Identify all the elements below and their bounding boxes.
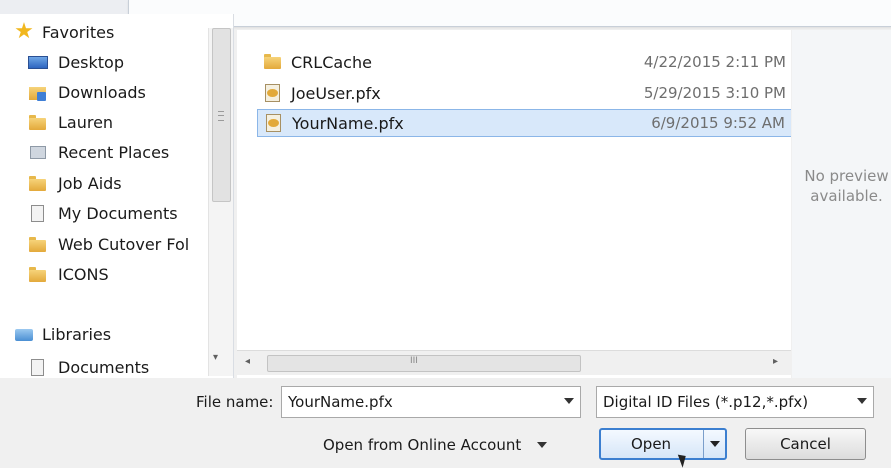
chevron-down-icon — [710, 441, 720, 447]
chevron-down-icon[interactable] — [564, 398, 574, 404]
nav-item-label: Documents — [58, 357, 150, 377]
file-row-yourname[interactable]: YourName.pfx 6/9/2015 9:52 AM — [257, 109, 791, 137]
preview-message: No preview available. — [804, 167, 889, 205]
nav-item-label: Desktop — [58, 52, 124, 72]
nav-item-web-cutover[interactable]: Web Cutover Fol — [28, 230, 189, 258]
nav-item-my-documents[interactable]: My Documents — [28, 199, 178, 227]
nav-item-label: ICONS — [58, 264, 109, 284]
nav-item-desktop[interactable]: Desktop — [28, 48, 124, 76]
navigation-pane: ★ Favorites Desktop Downloads Lauren Rec… — [0, 14, 234, 378]
cancel-button-label: Cancel — [780, 435, 831, 453]
nav-item-label: Recent Places — [58, 142, 170, 162]
file-date: 6/9/2015 9:52 AM — [651, 114, 785, 132]
nav-item-recent-places[interactable]: Recent Places — [28, 138, 169, 166]
horizontal-scroll-thumb[interactable]: III — [267, 355, 581, 372]
nav-item-label: Web Cutover Fol — [58, 234, 190, 254]
nav-favorites-label: Favorites — [42, 22, 115, 42]
file-name-input[interactable]: YourName.pfx — [281, 386, 581, 418]
online-account-label: Open from Online Account — [323, 436, 522, 454]
libraries-icon — [14, 325, 34, 343]
nav-favorites[interactable]: ★ Favorites — [14, 18, 114, 46]
folder-icon — [263, 52, 283, 72]
file-row-joeuser[interactable]: JoeUser.pfx 5/29/2015 3:10 PM — [257, 79, 791, 107]
address-area — [128, 0, 891, 27]
file-row-crlcache[interactable]: CRLCache 4/22/2015 2:11 PM — [257, 48, 791, 76]
nav-item-label: Job Aids — [58, 173, 122, 193]
chevron-down-icon — [537, 442, 548, 448]
scroll-up-arrow-icon[interactable]: ▾ — [213, 352, 218, 363]
nav-item-icons[interactable]: ICONS — [28, 260, 109, 288]
nav-libraries-label: Libraries — [42, 324, 112, 344]
chevron-down-icon[interactable] — [857, 398, 867, 404]
scroll-left-arrow-icon[interactable]: ◂ — [245, 356, 250, 367]
file-list: CRLCache 4/22/2015 2:11 PM JoeUser.pfx 5… — [237, 30, 791, 378]
scroll-grip: III — [410, 356, 418, 366]
nav-scroll-thumb[interactable] — [212, 28, 231, 202]
file-type-value: Digital ID Files (*.p12,*.pfx) — [603, 393, 809, 411]
documents-icon — [28, 204, 48, 222]
nav-scrollbar[interactable] — [208, 28, 233, 376]
file-name: JoeUser.pfx — [291, 83, 381, 103]
open-from-online-account[interactable]: Open from Online Account — [323, 436, 548, 454]
file-date: 4/22/2015 2:11 PM — [643, 53, 786, 71]
folder-icon — [28, 174, 48, 192]
nav-libraries[interactable]: Libraries — [14, 320, 111, 348]
certificate-file-icon — [264, 113, 284, 133]
file-date: 5/29/2015 3:10 PM — [643, 84, 786, 102]
nav-item-downloads[interactable]: Downloads — [28, 78, 146, 106]
star-icon: ★ — [14, 19, 34, 44]
file-name-label: File name: — [196, 393, 274, 411]
file-name: CRLCache — [291, 52, 372, 72]
downloads-icon — [28, 83, 48, 101]
open-button-label: Open — [631, 435, 672, 453]
folder-icon — [28, 265, 48, 283]
nav-item-lauren[interactable]: Lauren — [28, 108, 113, 136]
folder-icon — [28, 113, 48, 131]
documents-icon — [28, 358, 48, 376]
nav-item-documents[interactable]: Documents — [28, 353, 149, 378]
recent-places-icon — [28, 143, 48, 161]
open-dropdown-button[interactable] — [703, 430, 726, 458]
nav-item-label: Downloads — [58, 82, 146, 102]
cancel-button[interactable]: Cancel — [745, 428, 866, 460]
nav-item-label: Lauren — [58, 112, 114, 132]
file-type-select[interactable]: Digital ID Files (*.p12,*.pfx) — [596, 386, 874, 418]
scroll-right-arrow-icon[interactable]: ▸ — [773, 356, 778, 367]
nav-item-job-aids[interactable]: Job Aids — [28, 169, 122, 197]
certificate-file-icon — [263, 83, 283, 103]
folder-icon — [28, 235, 48, 253]
file-name-value: YourName.pfx — [288, 393, 393, 411]
desktop-icon — [28, 53, 48, 71]
file-name: YourName.pfx — [292, 113, 404, 133]
horizontal-scrollbar[interactable]: ◂ III ▸ — [237, 350, 791, 375]
nav-item-label: My Documents — [58, 203, 178, 223]
